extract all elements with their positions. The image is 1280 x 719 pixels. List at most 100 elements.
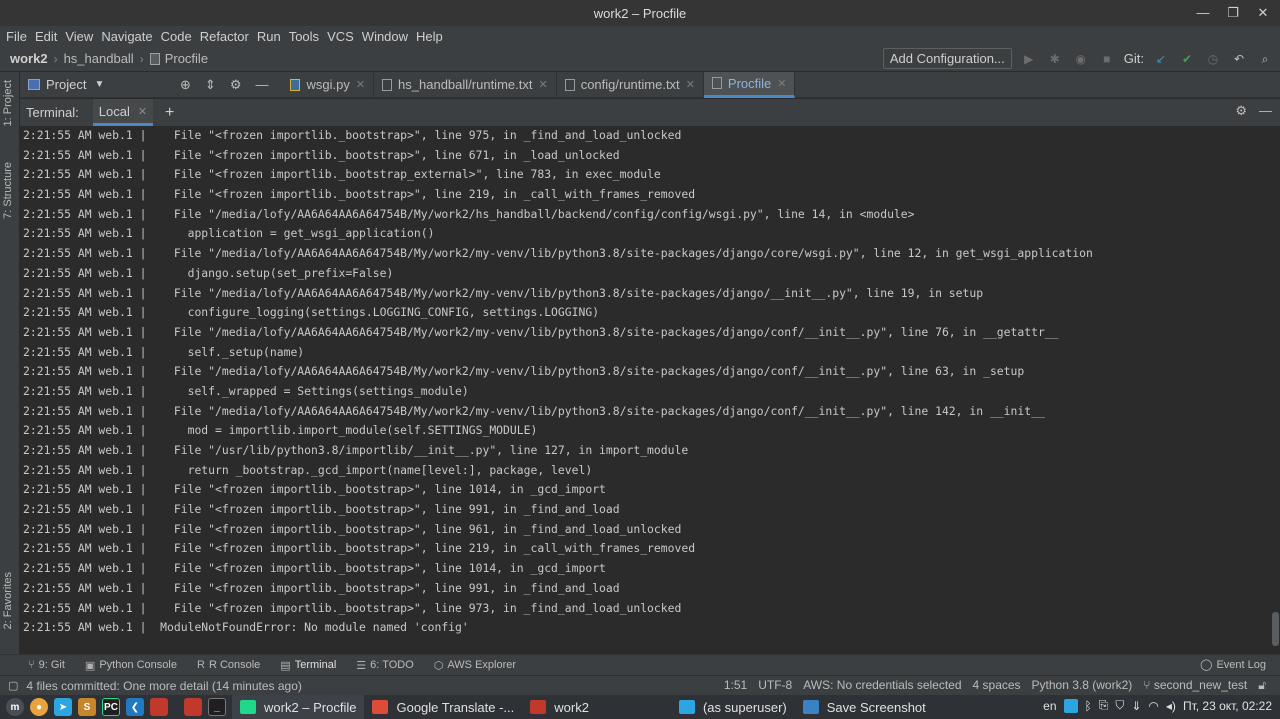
search-icon[interactable]: ⌕: [1256, 50, 1274, 68]
scrollbar-thumb[interactable]: [1272, 612, 1279, 646]
volume-icon[interactable]: ◂): [1166, 699, 1176, 713]
gear-icon[interactable]: ⚙: [230, 77, 242, 93]
stop-icon[interactable]: ■: [1098, 50, 1116, 68]
git-branch-label: second_new_test: [1153, 678, 1248, 692]
tool-window-button[interactable]: RR Console: [197, 659, 260, 672]
pycharm-icon[interactable]: PC: [102, 698, 120, 716]
git-branch[interactable]: ⑂ second_new_test: [1143, 678, 1247, 693]
files-icon[interactable]: [150, 698, 168, 716]
lock-icon[interactable]: 🔓︎: [1258, 678, 1266, 693]
python-interpreter[interactable]: Python 3.8 (work2): [1032, 678, 1133, 693]
coverage-icon[interactable]: ◉: [1072, 50, 1090, 68]
app-menu-icon[interactable]: m: [6, 698, 24, 716]
menu-item-tools[interactable]: Tools: [289, 29, 319, 44]
favorites-tool-button[interactable]: 2: Favorites: [2, 572, 14, 629]
status-message[interactable]: 4 files committed: One more detail (14 m…: [26, 679, 301, 693]
hide-icon[interactable]: —: [1259, 103, 1272, 119]
taskbar-window[interactable]: (as superuser): [671, 695, 795, 719]
close-icon[interactable]: ✕: [138, 105, 147, 118]
folder-icon[interactable]: [184, 698, 202, 716]
menu-item-edit[interactable]: Edit: [35, 29, 57, 44]
project-panel-selector[interactable]: Project ▼: [20, 77, 180, 92]
telegram-icon[interactable]: ➤: [54, 698, 72, 716]
caret-position[interactable]: 1:51: [724, 678, 747, 693]
event-log-button[interactable]: ◯ Event Log: [1200, 658, 1266, 672]
editor-tab-label: Procfile: [727, 75, 772, 91]
menu-item-navigate[interactable]: Navigate: [101, 29, 152, 44]
breadcrumb-folder[interactable]: hs_handball: [64, 51, 134, 66]
keyboard-layout[interactable]: en: [1043, 699, 1056, 713]
terminal-tab-local[interactable]: Local ✕: [92, 99, 154, 126]
menu-item-file[interactable]: File: [6, 29, 27, 44]
bluetooth-icon[interactable]: ᛒ: [1085, 699, 1092, 713]
taskbar-window-label: (as superuser): [702, 699, 787, 715]
tool-window-button[interactable]: ⑂ 9: Git: [28, 659, 65, 672]
tool-window-button[interactable]: ▤ Terminal: [280, 659, 336, 672]
hide-icon[interactable]: —: [255, 77, 268, 93]
tool-window-button[interactable]: ☰ 6: TODO: [356, 659, 413, 672]
shield-icon[interactable]: ⛉: [1115, 698, 1124, 713]
git-commit-icon[interactable]: ✔: [1178, 50, 1196, 68]
editor-tabs-bar: Project ▼ ⊕ ⇕ ⚙ — wsgi.py ✕ hs_handball/ru…: [20, 71, 1280, 98]
minimize-icon[interactable]: —: [1194, 4, 1212, 22]
vscode-icon[interactable]: ❮: [126, 698, 144, 716]
terminal-scrollbar[interactable]: [1270, 126, 1280, 654]
terminal-line: 2:21:55 AM web.1 | File "<frozen importl…: [23, 167, 661, 182]
rollback-icon[interactable]: ↶: [1230, 50, 1248, 68]
clock[interactable]: Пт, 23 окт, 02:22: [1183, 699, 1272, 713]
telegram-tray-icon[interactable]: [1063, 698, 1078, 713]
menu-bar: File Edit View Navigate Code Refactor Run Tools…: [0, 26, 1280, 46]
close-icon[interactable]: ✕: [777, 77, 786, 90]
gear-icon[interactable]: ⚙: [1235, 103, 1247, 119]
chevron-right-icon: ›: [53, 51, 58, 66]
wifi-icon[interactable]: ◠: [1148, 699, 1158, 713]
close-icon[interactable]: ✕: [356, 78, 365, 91]
updates-icon[interactable]: ⇓: [1131, 699, 1141, 713]
tool-window-toggle-icon[interactable]: ▢: [8, 679, 18, 692]
menu-item-refactor[interactable]: Refactor: [200, 29, 249, 44]
close-icon[interactable]: ✕: [538, 78, 547, 91]
project-tool-button[interactable]: 1: Project: [2, 80, 14, 126]
locate-icon[interactable]: ⊕: [180, 77, 191, 93]
git-label: Git:: [1123, 51, 1144, 66]
add-configuration-button[interactable]: Add Configuration...: [882, 48, 1012, 69]
indent-setting[interactable]: 4 spaces: [973, 678, 1021, 693]
git-history-icon[interactable]: ◷: [1204, 50, 1222, 68]
clipboard-icon[interactable]: ⎘: [1099, 698, 1109, 713]
maximize-icon[interactable]: ❐: [1224, 4, 1242, 22]
aws-credentials[interactable]: AWS: No credentials selected: [803, 678, 961, 693]
editor-tab[interactable]: wsgi.py ✕: [282, 71, 375, 98]
taskbar-window[interactable]: work2 – Procfile: [232, 695, 365, 719]
git-update-icon[interactable]: ↙: [1152, 50, 1170, 68]
menu-item-vcs[interactable]: VCS: [327, 29, 354, 44]
new-terminal-icon[interactable]: +: [165, 104, 174, 122]
terminal-app-icon[interactable]: _: [208, 698, 226, 716]
collapse-icon[interactable]: ⇕: [205, 77, 216, 93]
sublime-icon[interactable]: S: [78, 698, 96, 716]
taskbar-window[interactable]: Save Screenshot: [795, 695, 934, 719]
editor-tab[interactable]: hs_handball/runtime.txt ✕: [374, 71, 557, 98]
menu-item-help[interactable]: Help: [416, 29, 443, 44]
menu-item-run[interactable]: Run: [257, 29, 281, 44]
menu-item-code[interactable]: Code: [161, 29, 192, 44]
tool-window-button[interactable]: ▣ Python Console: [85, 659, 177, 672]
taskbar-window[interactable]: Google Translate -...: [364, 695, 522, 719]
run-icon[interactable]: ▶: [1020, 50, 1038, 68]
debug-icon[interactable]: ✱: [1046, 50, 1064, 68]
menu-item-view[interactable]: View: [65, 29, 93, 44]
terminal-line: 2:21:55 AM web.1 | File "<frozen importl…: [23, 187, 696, 202]
taskbar-window[interactable]: work2: [522, 695, 597, 719]
terminal-line: 2:21:55 AM web.1 | File "<frozen importl…: [23, 521, 682, 536]
editor-tab[interactable]: config/runtime.txt ✕: [557, 71, 704, 98]
menu-item-window[interactable]: Window: [362, 29, 408, 44]
file-encoding[interactable]: UTF-8: [758, 678, 792, 693]
structure-tool-button[interactable]: 7: Structure: [2, 162, 14, 219]
tool-window-button[interactable]: ⬡ AWS Explorer: [434, 659, 516, 672]
close-icon[interactable]: ✕: [686, 78, 695, 91]
chrome-icon[interactable]: ●: [30, 698, 48, 716]
breadcrumb-file[interactable]: Procfile: [165, 51, 208, 66]
breadcrumb-project[interactable]: work2: [10, 51, 48, 66]
terminal-output[interactable]: 2:21:55 AM web.1 | File "<frozen importl…: [20, 126, 1270, 654]
editor-tab[interactable]: Procfile ✕: [703, 71, 796, 98]
close-icon[interactable]: ✕: [1254, 4, 1272, 22]
